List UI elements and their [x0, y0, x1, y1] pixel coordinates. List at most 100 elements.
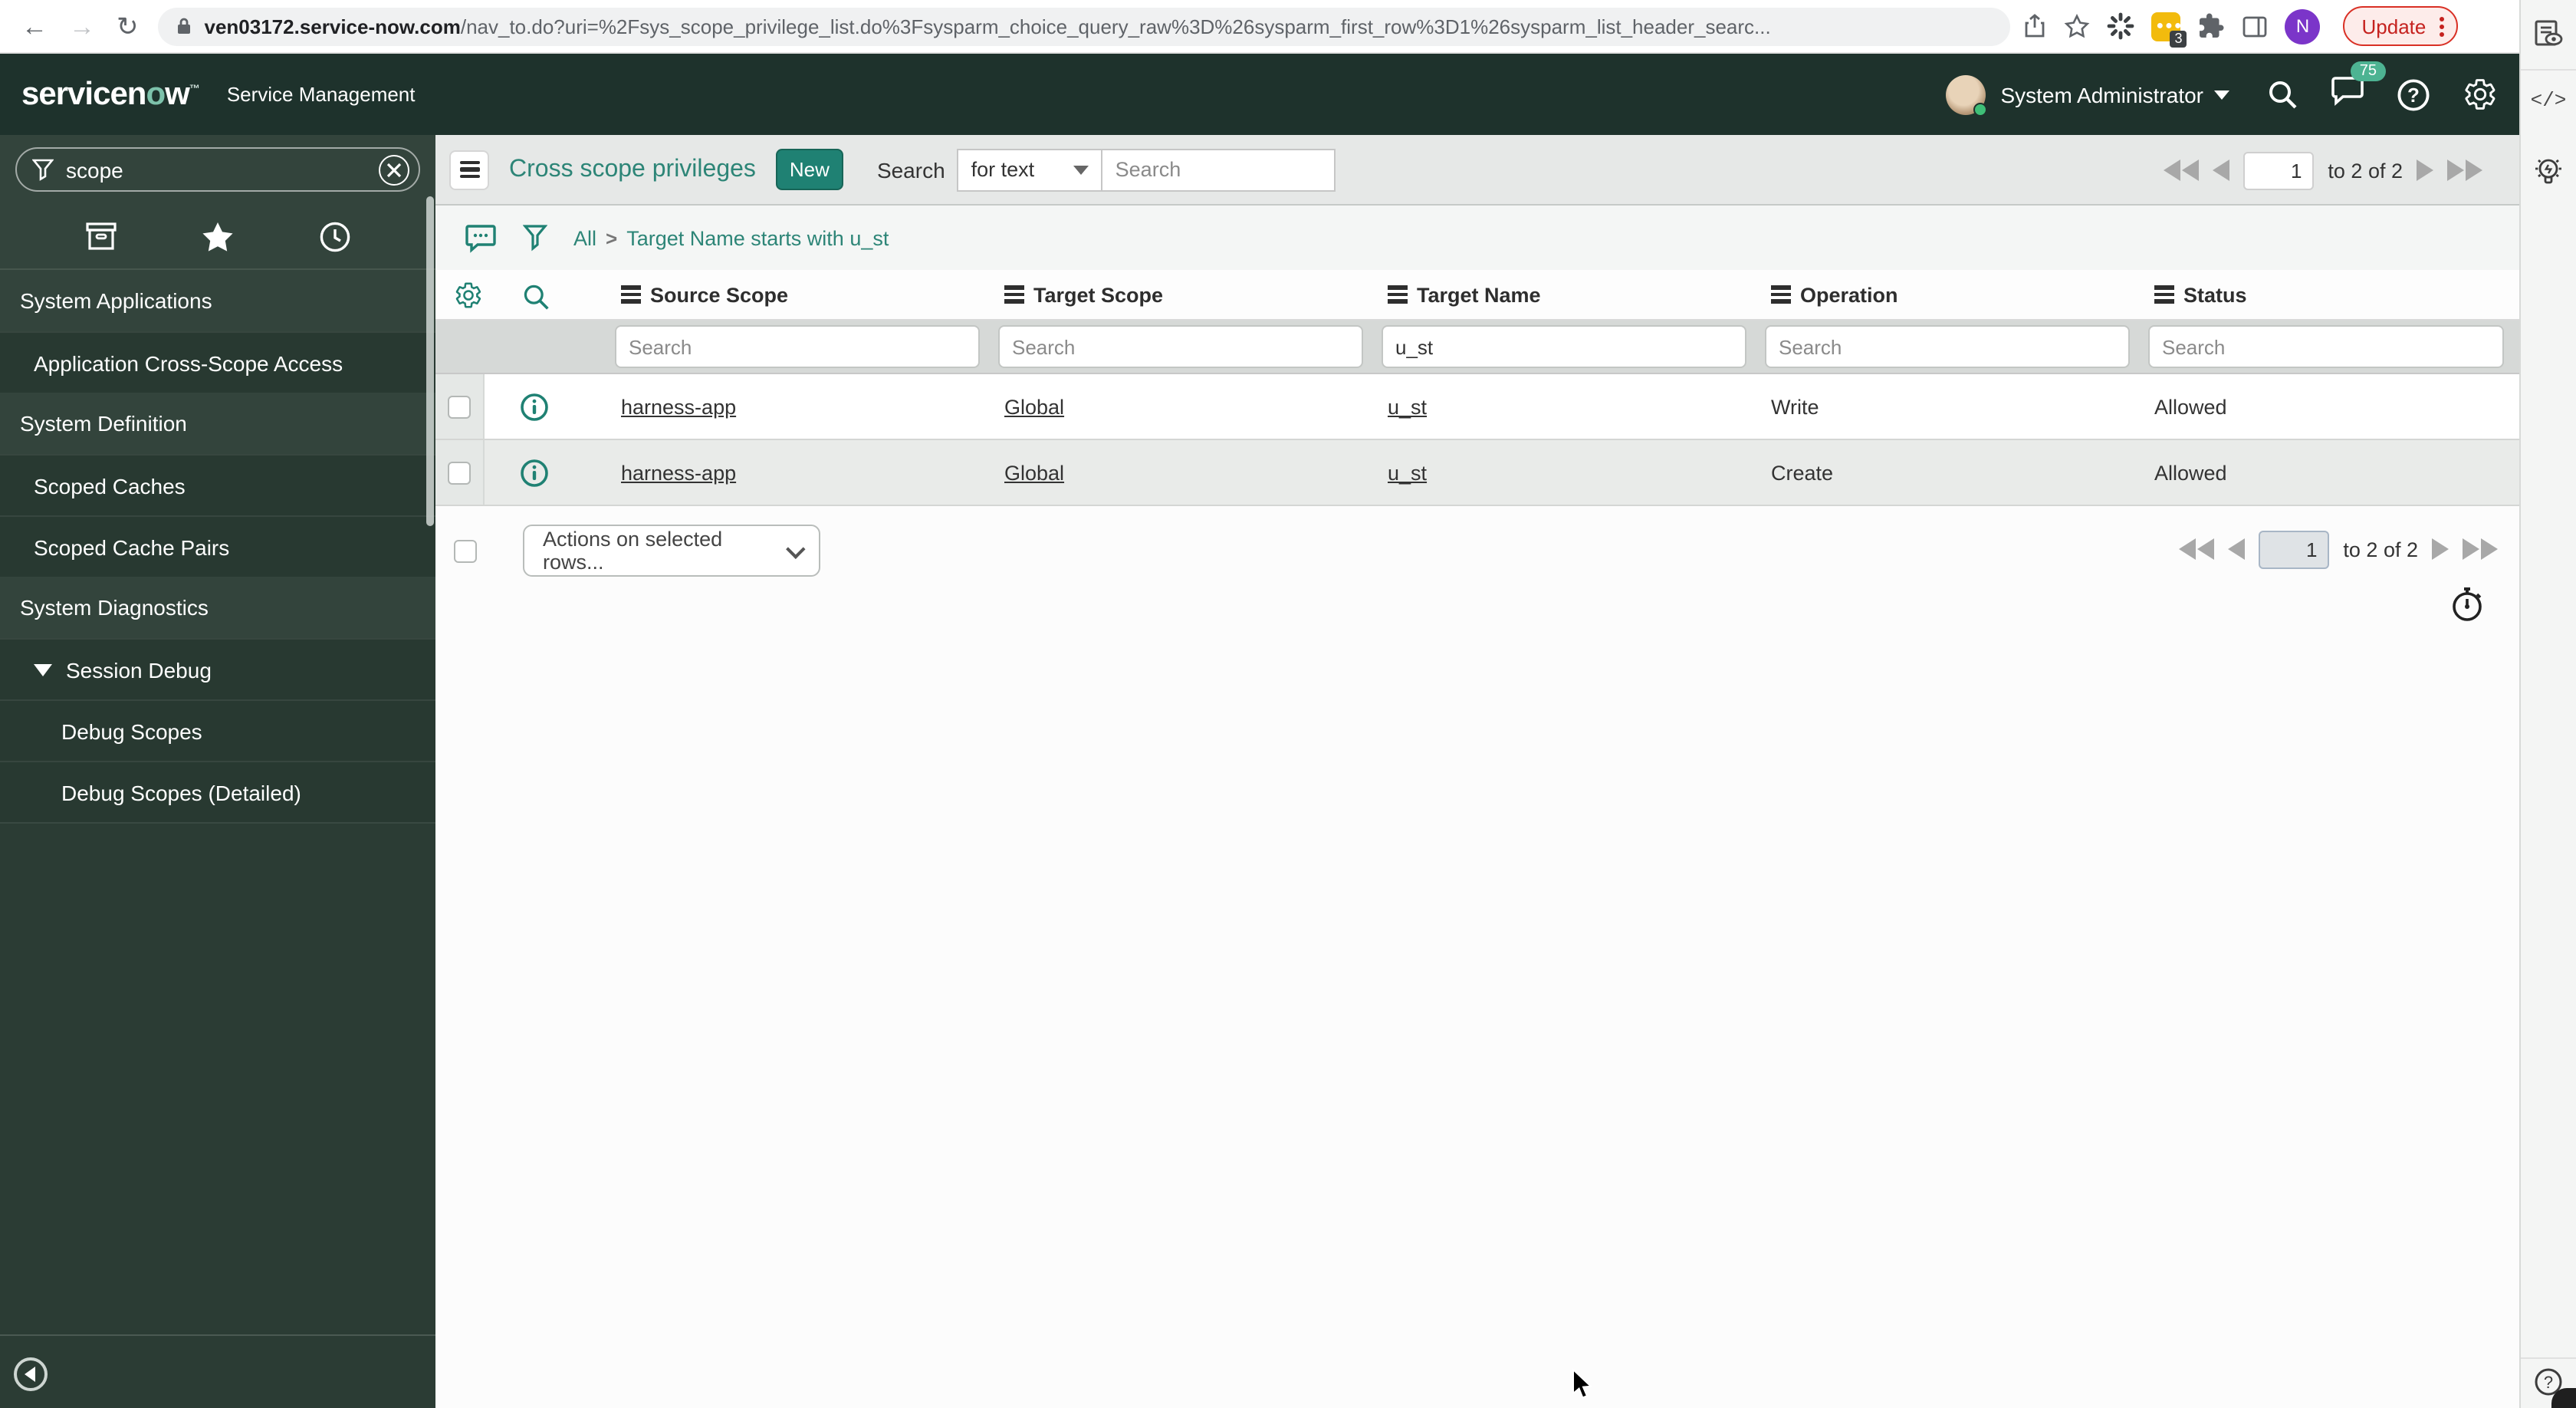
forward-icon[interactable]: → [69, 13, 95, 39]
column-menu-icon[interactable] [1388, 283, 1408, 307]
notifications-icon[interactable]: 75 [2331, 61, 2386, 113]
top-pagination: to 2 of 2 [2164, 135, 2482, 206]
row-checkbox[interactable] [448, 461, 471, 484]
breadcrumb-all-link[interactable]: All [573, 226, 596, 249]
filter-target-name-input[interactable] [1382, 325, 1746, 368]
navigator-filter-field[interactable] [66, 157, 379, 182]
page-number-input[interactable] [2243, 151, 2315, 189]
column-menu-icon[interactable] [2154, 283, 2174, 307]
previous-page-button[interactable] [2228, 538, 2246, 560]
filter-source-scope-input[interactable] [615, 325, 980, 368]
filter-operation-input[interactable] [1765, 325, 2130, 368]
global-search-icon[interactable] [2266, 78, 2298, 110]
address-bar[interactable]: ven03172.service-now.com/nav_to.do?uri=%… [158, 7, 2011, 45]
column-menu-icon[interactable] [621, 283, 641, 307]
row-checkbox[interactable] [448, 395, 471, 418]
svg-text:?: ? [2544, 1373, 2553, 1392]
first-page-button[interactable] [2179, 538, 2215, 560]
column-header-target-name[interactable]: Target Name [1378, 283, 1762, 307]
list-title[interactable]: Cross scope privileges [509, 156, 756, 183]
history-clock-tab-icon[interactable] [319, 220, 351, 252]
response-time-stopwatch-icon[interactable] [2450, 586, 2486, 623]
hamburger-icon [459, 158, 479, 182]
collapse-triangle-icon[interactable] [34, 663, 52, 676]
browser-menu-icon[interactable] [2433, 16, 2450, 36]
sidebar-section-system-diagnostics[interactable]: System Diagnostics [0, 577, 435, 638]
actions-dropdown[interactable]: Actions on selected rows... [523, 525, 820, 577]
help-icon[interactable]: ? [2397, 77, 2430, 111]
idea-lightbulb-icon[interactable] [2532, 153, 2565, 190]
sidebar-item-debug-scopes[interactable]: Debug Scopes [0, 699, 435, 761]
back-icon[interactable]: ← [21, 13, 48, 39]
next-page-button[interactable] [2432, 538, 2449, 560]
password-extension-icon[interactable]: ●●● 3 [2151, 12, 2187, 47]
list-personalize-gear-icon[interactable] [454, 281, 483, 310]
sidebar-item-debug-scopes-detailed[interactable]: Debug Scopes (Detailed) [0, 761, 435, 822]
sidebar-section-system-definition[interactable]: System Definition [0, 393, 435, 454]
bookmark-star-icon[interactable] [2065, 13, 2091, 39]
sidebar-item-session-debug[interactable]: Session Debug [0, 638, 435, 699]
table-row: harness-app Global u_st Create Allowed [435, 440, 2519, 506]
next-page-button[interactable] [2417, 160, 2433, 181]
last-page-button[interactable] [2463, 538, 2498, 560]
target-scope-link[interactable]: Global [1004, 461, 1064, 484]
user-avatar[interactable] [1945, 74, 1987, 116]
sidebar-item-scoped-cache-pairs[interactable]: Scoped Cache Pairs [0, 515, 435, 577]
new-record-button[interactable]: New [775, 149, 843, 190]
share-icon[interactable] [2023, 14, 2048, 38]
operation-value: Write [1771, 395, 1819, 418]
breadcrumb-filter-icon[interactable] [523, 224, 547, 252]
page-number-input[interactable] [2259, 530, 2330, 568]
select-all-checkbox[interactable] [454, 539, 477, 562]
collapse-sidebar-button[interactable] [14, 1357, 48, 1391]
list-search-input[interactable] [1102, 148, 1336, 191]
last-page-button[interactable] [2447, 160, 2482, 181]
source-scope-link[interactable]: harness-app [621, 461, 736, 484]
browser-update-button[interactable]: Update [2343, 6, 2459, 46]
user-menu-caret-icon[interactable] [2214, 90, 2229, 99]
column-menu-icon[interactable] [1004, 283, 1024, 307]
row-info-icon[interactable] [520, 392, 549, 421]
filter-status-input[interactable] [2148, 325, 2504, 368]
target-scope-link[interactable]: Global [1004, 395, 1064, 418]
application-navigator: System Applications Application Cross-Sc… [0, 135, 435, 1408]
row-info-icon[interactable] [520, 458, 549, 487]
search-type-select[interactable]: for text [957, 148, 1103, 191]
sidebar-item-scoped-caches[interactable]: Scoped Caches [0, 454, 435, 515]
target-name-link[interactable]: u_st [1388, 461, 1427, 484]
side-panel-icon[interactable] [2242, 13, 2269, 39]
url-path: /nav_to.do?uri=%2Fsys_scope_privilege_li… [460, 15, 1771, 38]
column-header-target-scope[interactable]: Target Scope [995, 283, 1378, 307]
favorites-star-tab-icon[interactable] [202, 220, 235, 252]
column-header-status[interactable]: Status [2145, 283, 2519, 307]
product-name: Service Management [226, 83, 416, 106]
user-name[interactable]: System Administrator [2000, 82, 2203, 107]
list-column-search-icon[interactable] [521, 282, 550, 311]
browser-toolbar: ← → ↻ ven03172.service-now.com/nav_to.do… [0, 0, 2519, 54]
column-menu-icon[interactable] [1771, 283, 1791, 307]
column-header-source-scope[interactable]: Source Scope [612, 283, 995, 307]
code-icon[interactable]: </> [2531, 89, 2567, 112]
clear-filter-icon[interactable] [379, 154, 409, 185]
settings-gear-icon[interactable] [2463, 77, 2498, 112]
extension-spinner-icon[interactable] [2108, 12, 2135, 40]
list-chat-icon[interactable] [465, 223, 497, 252]
previous-page-button[interactable] [2213, 160, 2230, 181]
form-view-icon[interactable] [2533, 18, 2564, 49]
target-name-link[interactable]: u_st [1388, 395, 1427, 418]
source-scope-link[interactable]: harness-app [621, 395, 736, 418]
filter-target-scope-input[interactable] [998, 325, 1363, 368]
column-header-operation[interactable]: Operation [1762, 283, 2145, 307]
sidebar-section-system-applications[interactable]: System Applications [0, 270, 435, 331]
reload-icon[interactable]: ↻ [117, 13, 139, 39]
first-page-button[interactable] [2164, 160, 2200, 181]
extensions-puzzle-icon[interactable] [2198, 12, 2226, 40]
svg-text:?: ? [2407, 83, 2420, 106]
browser-profile-avatar[interactable]: N [2285, 8, 2321, 44]
breadcrumb-filter-link[interactable]: Target Name starts with u_st [626, 226, 889, 249]
sidebar-scrollbar[interactable] [426, 196, 434, 526]
all-applications-tab-icon[interactable] [84, 221, 118, 252]
navigator-filter-input[interactable] [15, 147, 420, 192]
sidebar-item-application-cross-scope-access[interactable]: Application Cross-Scope Access [0, 331, 435, 393]
list-context-menu-button[interactable] [449, 150, 489, 189]
